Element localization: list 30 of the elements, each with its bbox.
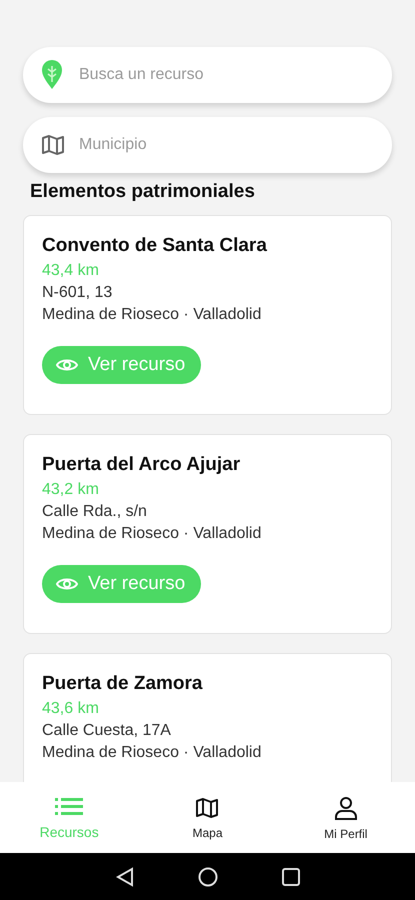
eye-icon — [56, 576, 78, 592]
municipality-field[interactable]: Municipio — [23, 117, 392, 173]
resource-name: Convento de Santa Clara — [42, 235, 267, 257]
resource-location: Medina de Rioseco · Valladolid — [42, 525, 262, 543]
list-icon — [55, 796, 84, 818]
view-resource-button[interactable]: Ver recurso — [42, 346, 202, 384]
resource-name: Puerta de Zamora — [42, 673, 202, 695]
resource-name: Puerta del Arco Ajujar — [42, 454, 240, 476]
resource-address: Calle Cuesta, 17A — [42, 722, 171, 740]
resource-address: N-601, 13 — [42, 284, 112, 302]
resource-address: Calle Rda., s/n — [42, 503, 147, 521]
recents-icon[interactable] — [282, 868, 300, 886]
back-icon[interactable] — [116, 866, 134, 886]
resource-distance: 43,6 km — [42, 700, 99, 718]
resource-location: Medina de Rioseco · Valladolid — [42, 306, 262, 324]
map-icon — [195, 796, 220, 820]
nav-tab[interactable]: Mapa — [152, 794, 262, 840]
nav-tab[interactable]: Recursos — [14, 794, 124, 840]
resource-location: Medina de Rioseco · Valladolid — [42, 744, 262, 762]
resource-distance: 43,2 km — [42, 481, 99, 499]
person-icon — [332, 794, 359, 820]
map-icon — [41, 133, 65, 157]
eye-icon — [56, 357, 78, 373]
view-resource-button[interactable]: Ver recurso — [42, 565, 202, 603]
nav-tab[interactable]: Mi Perfil — [290, 794, 401, 842]
search-field[interactable]: Busca un recurso — [23, 47, 392, 103]
resource-distance: 43,4 km — [42, 262, 99, 280]
leaf-pin-icon — [41, 60, 63, 90]
section-title: Elementos patrimoniales — [30, 181, 256, 203]
home-icon[interactable] — [198, 866, 218, 886]
